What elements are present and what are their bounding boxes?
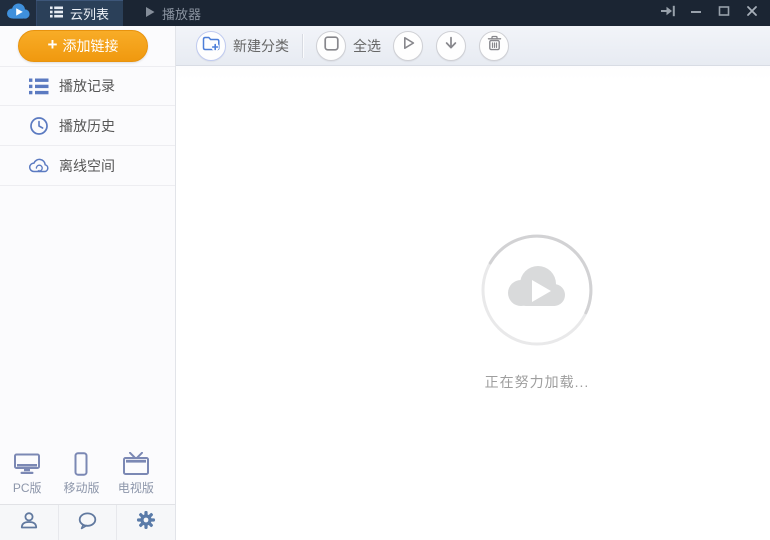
sidebar-item-label: 离线空间 [59, 156, 115, 176]
sidebar-item-play-history[interactable]: 播放历史 [0, 106, 175, 146]
settings-gear-icon [136, 510, 156, 535]
platform-links: PC版 移动版 电视版 [0, 452, 163, 496]
history-clock-icon [28, 116, 50, 136]
platform-pc[interactable]: PC版 [0, 452, 54, 496]
minimize-icon [690, 4, 702, 22]
sidebar-menu: 播放记录 播放历史 离线空间 [0, 66, 175, 186]
platform-tv[interactable]: 电视版 [109, 452, 163, 496]
titlebar: 云列表 播放器 [0, 0, 770, 26]
add-link-button[interactable]: + 添加链接 [18, 30, 148, 62]
window-controls [658, 0, 770, 26]
select-all-checkbox-icon [324, 36, 339, 56]
sidebar-item-play-records[interactable]: 播放记录 [0, 66, 175, 106]
pin-to-top-button[interactable] [658, 3, 678, 23]
main-toolbar: 新建分类 全选 [176, 26, 770, 66]
tv-icon [109, 452, 163, 476]
app-logo [0, 0, 36, 26]
delete-button[interactable] [479, 31, 509, 61]
delete-trash-icon [487, 35, 502, 56]
maximize-button[interactable] [714, 3, 734, 23]
monitor-icon [0, 452, 54, 476]
tab-player[interactable]: 播放器 [131, 0, 215, 26]
tab-player-label: 播放器 [162, 4, 201, 23]
platform-label: 移动版 [54, 479, 108, 496]
cloud-play-logo-icon [5, 2, 31, 25]
play-icon [400, 35, 416, 56]
new-category-folder-icon [202, 35, 221, 57]
sidebar: + 添加链接 播放记录 播放历史 [0, 26, 176, 540]
tab-cloud-list-label: 云列表 [70, 4, 109, 23]
chat-icon [77, 511, 98, 535]
user-icon [19, 510, 39, 535]
close-icon [746, 4, 758, 22]
plus-icon: + [48, 38, 58, 52]
offline-cloud-icon [28, 156, 50, 176]
select-all-label: 全选 [353, 36, 381, 56]
tab-cloud-list[interactable]: 云列表 [36, 0, 123, 26]
platform-mobile[interactable]: 移动版 [54, 452, 108, 496]
content-area: 正在努力加载... [176, 66, 770, 540]
download-icon [443, 35, 459, 56]
cloud-play-spinner-icon [427, 234, 647, 346]
play-icon [145, 6, 155, 21]
close-button[interactable] [742, 3, 762, 23]
download-button[interactable] [436, 31, 466, 61]
add-link-label: 添加链接 [62, 36, 118, 56]
platform-label: PC版 [0, 479, 54, 496]
sidebar-item-label: 播放记录 [59, 76, 115, 96]
list-icon [50, 6, 63, 21]
phone-icon [54, 452, 108, 476]
play-selected-button[interactable] [393, 31, 423, 61]
sidebar-footer [0, 504, 175, 540]
toolbar-separator [302, 34, 303, 58]
select-all-button[interactable] [316, 31, 346, 61]
platform-label: 电视版 [109, 479, 163, 496]
settings-button[interactable] [117, 505, 175, 540]
minimize-button[interactable] [686, 3, 706, 23]
pin-to-top-icon [660, 3, 676, 24]
new-category-label: 新建分类 [233, 36, 289, 56]
maximize-icon [718, 4, 730, 22]
loading-text: 正在努力加载... [427, 372, 647, 392]
user-button[interactable] [0, 505, 58, 540]
new-category-button[interactable] [196, 31, 226, 61]
loading-placeholder: 正在努力加载... [427, 234, 647, 392]
sidebar-item-label: 播放历史 [59, 116, 115, 136]
sidebar-item-offline-space[interactable]: 离线空间 [0, 146, 175, 186]
playlist-icon [28, 76, 50, 96]
feedback-chat-button[interactable] [58, 505, 118, 540]
